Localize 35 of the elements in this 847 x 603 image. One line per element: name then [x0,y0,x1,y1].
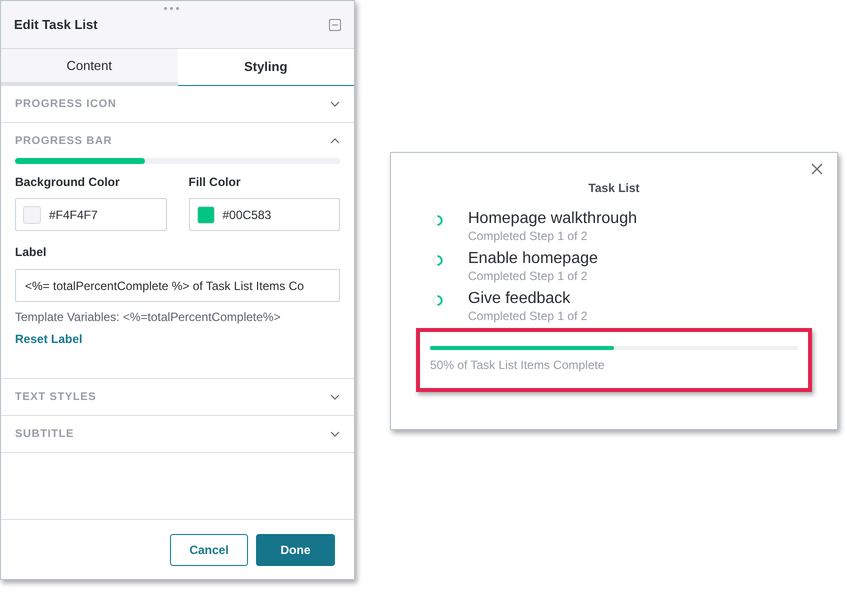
task-name: Give feedback [468,289,572,308]
tab[interactable]: Content [1,49,178,86]
panel-title: Edit Task List [14,16,98,34]
section-heading[interactable]: TEXT STYLES [15,388,96,406]
task-name: Homepage walkthrough [468,209,637,228]
progress-ring-icon [432,255,443,266]
cancel-button[interactable]: Cancel [170,534,248,566]
field-label: Label [15,244,48,261]
minimize-icon[interactable] [329,18,341,30]
drag-handle-icon[interactable] [164,7,179,10]
label-input-field[interactable]: <%= totalPercentComplete %> of Task List Items Co [15,269,340,302]
chevron-icon[interactable] [330,431,340,437]
task-status: Completed Step 1 of 2 [468,228,588,244]
reset-label-link[interactable]: Reset Label [15,330,82,348]
progress-label: 50% of Task List Items Complete [430,357,605,374]
task-status: Completed Step 1 of 2 [468,308,588,324]
template-hint: Template Variables: <%=totalPercentComplete%> [15,309,282,326]
chevron-icon[interactable] [330,394,340,400]
section-heading[interactable]: PROGRESS BAR [15,132,112,150]
close-icon[interactable] [811,163,823,175]
done-button[interactable]: Done [256,534,335,566]
field-label: Background Color [15,174,121,191]
card-title: Task List [588,180,640,197]
chevron-icon[interactable] [330,101,340,107]
tab[interactable]: Styling [178,49,354,86]
field-label: Fill Color [188,174,242,191]
task-name: Enable homepage [468,249,598,268]
chevron-icon[interactable] [330,138,340,144]
task-status: Completed Step 1 of 2 [468,268,588,284]
section-heading[interactable]: SUBTITLE [15,426,74,442]
section-heading[interactable]: PROGRESS ICON [15,96,116,112]
color-field[interactable]: #F4F4F7 [15,198,166,231]
progress-ring-icon [432,295,443,306]
progress-ring-icon [432,215,443,226]
color-field[interactable]: #00C583 [188,198,340,231]
